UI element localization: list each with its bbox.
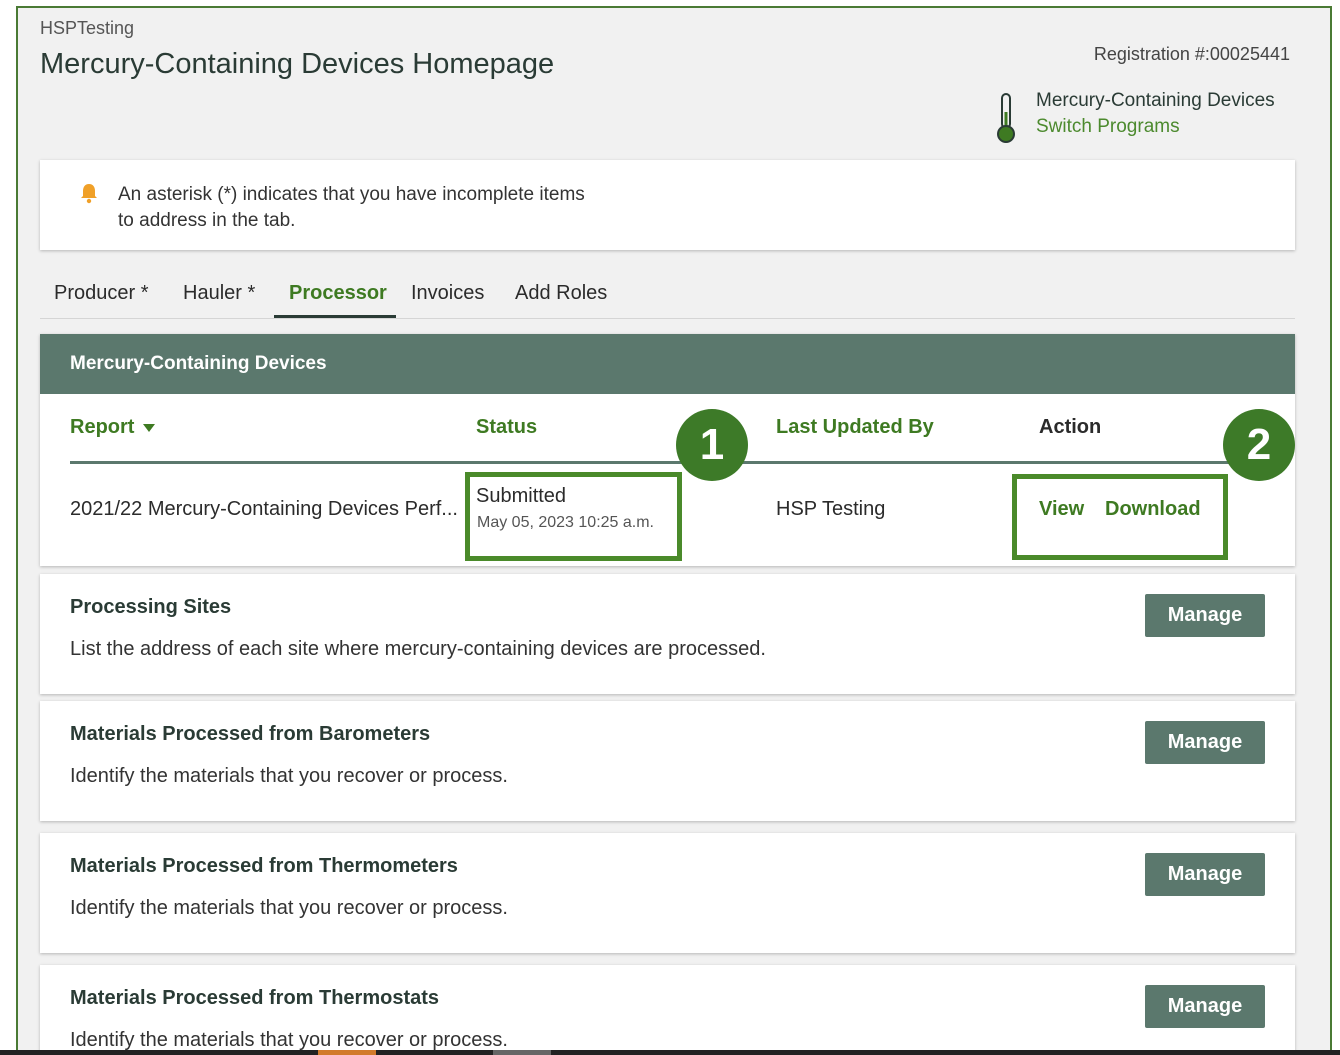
tab-bar: Producer * Hauler * Processor Invoices A… xyxy=(40,276,1295,319)
section-title: Processing Sites xyxy=(70,596,232,618)
report-name: 2021/22 Mercury-Containing Devices Perf.… xyxy=(70,498,458,520)
bell-icon xyxy=(81,184,97,204)
callout-badge-1: 1 xyxy=(676,409,748,481)
manage-barometers-button[interactable]: Manage xyxy=(1145,721,1265,764)
section-description: Identify the materials that you recover … xyxy=(70,897,508,919)
switch-programs-link[interactable]: Switch Programs xyxy=(1036,116,1180,138)
taskbar-item xyxy=(493,1050,551,1055)
section-description: Identify the materials that you recover … xyxy=(70,765,508,787)
section-barometers: Materials Processed from Barometers Iden… xyxy=(40,701,1295,821)
manage-thermostats-button[interactable]: Manage xyxy=(1145,985,1265,1028)
active-tab-indicator xyxy=(274,315,396,318)
tab-invoices[interactable]: Invoices xyxy=(411,282,484,305)
taskbar-strip xyxy=(0,1050,1340,1055)
manage-thermometers-button[interactable]: Manage xyxy=(1145,853,1265,896)
section-title: Materials Processed from Thermostats xyxy=(70,987,440,1009)
status-highlight-box xyxy=(465,472,682,561)
last-updated-by: HSP Testing xyxy=(776,498,886,520)
section-description: List the address of each site where merc… xyxy=(70,638,766,660)
thermometer-icon xyxy=(997,93,1015,143)
column-header-report[interactable]: Report xyxy=(70,416,156,439)
taskbar-item xyxy=(318,1050,376,1055)
program-name: Mercury-Containing Devices xyxy=(1036,90,1275,111)
sort-down-icon xyxy=(143,424,156,432)
manage-processing-sites-button[interactable]: Manage xyxy=(1145,594,1265,637)
report-card-title: Mercury-Containing Devices xyxy=(40,334,1295,394)
tab-producer[interactable]: Producer * xyxy=(54,282,149,305)
notice-text: An asterisk (*) indicates that you have … xyxy=(118,184,585,231)
column-header-last-updated-by: Last Updated By xyxy=(776,416,934,438)
column-header-action: Action xyxy=(1039,416,1102,438)
app-window: HSPTesting Mercury-Containing Devices Ho… xyxy=(16,6,1332,1055)
section-title: Materials Processed from Barometers xyxy=(70,723,431,745)
section-title: Materials Processed from Thermometers xyxy=(70,855,458,877)
section-thermostats: Materials Processed from Thermostats Ide… xyxy=(40,965,1295,1055)
report-card: Mercury-Containing Devices Report Status… xyxy=(40,334,1295,566)
table-header-divider xyxy=(70,461,1265,464)
section-processing-sites: Processing Sites List the address of eac… xyxy=(40,574,1295,694)
tab-processor[interactable]: Processor xyxy=(289,282,387,305)
section-description: Identify the materials that you recover … xyxy=(70,1029,508,1051)
page-title: Mercury-Containing Devices Homepage xyxy=(40,48,555,80)
column-header-report-label: Report xyxy=(70,416,135,438)
action-highlight-box xyxy=(1012,474,1228,560)
column-header-status: Status xyxy=(476,416,538,438)
section-thermometers: Materials Processed from Thermometers Id… xyxy=(40,833,1295,953)
tab-add-roles[interactable]: Add Roles xyxy=(515,282,607,305)
tab-hauler[interactable]: Hauler * xyxy=(183,282,255,305)
incomplete-notice: An asterisk (*) indicates that you have … xyxy=(40,160,1295,250)
org-name: HSPTesting xyxy=(40,18,135,38)
callout-badge-2: 2 xyxy=(1223,409,1295,481)
registration-number: Registration #:00025441 xyxy=(1093,44,1290,64)
